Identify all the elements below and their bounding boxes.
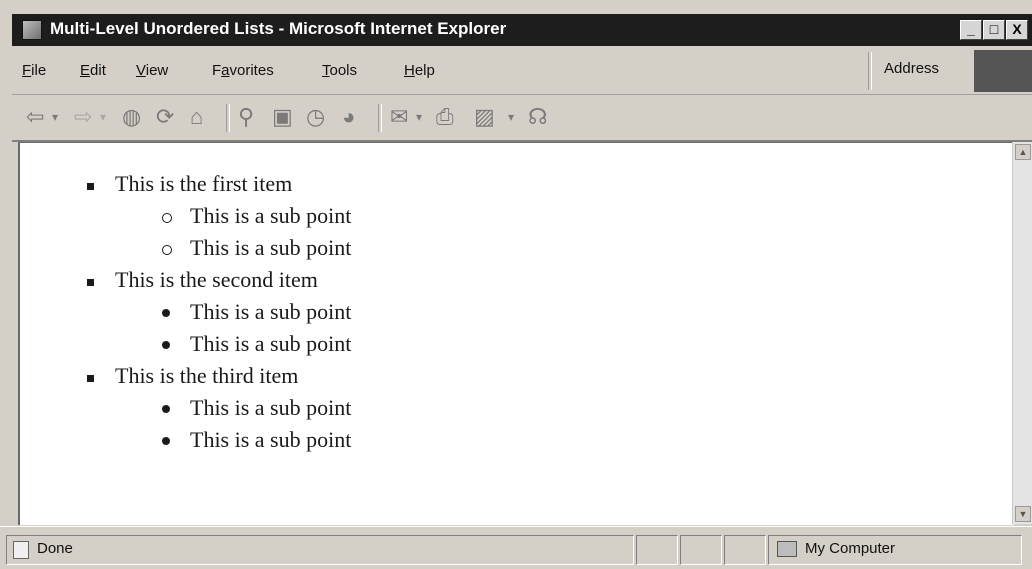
maximize-button[interactable]: □ xyxy=(983,20,1005,40)
scroll-up-icon[interactable]: ▲ xyxy=(1015,144,1031,160)
toolbar-separator xyxy=(226,104,230,132)
list-item: This is the first item xyxy=(87,171,293,197)
sub-list-item-text: This is a sub point xyxy=(190,203,352,228)
menu-edit[interactable]: Edit xyxy=(80,62,106,79)
list-item: This is the second item xyxy=(87,267,318,293)
sub-list-item: This is a sub point xyxy=(162,299,352,325)
forward-icon[interactable]: ⇨ xyxy=(74,104,92,130)
address-label: Address xyxy=(884,60,940,77)
list-item-text: This is the third item xyxy=(115,363,299,388)
sub-list-item-text: This is a sub point xyxy=(190,427,352,452)
sub-list-item: This is a sub point xyxy=(162,395,352,421)
minimize-button[interactable]: _ xyxy=(960,20,982,40)
edit-icon[interactable]: ▨ xyxy=(474,104,495,130)
status-pane xyxy=(680,535,722,565)
square-bullet-icon xyxy=(87,183,94,190)
print-icon[interactable]: ⎙ xyxy=(436,104,454,130)
sub-list-item-text: This is a sub point xyxy=(190,235,352,260)
mail-dropdown-icon[interactable]: ▾ xyxy=(416,104,422,130)
browser-window: Multi-Level Unordered Lists - Microsoft … xyxy=(0,0,1032,569)
address-field[interactable] xyxy=(974,50,1032,92)
forward-dropdown-icon[interactable]: ▾ xyxy=(100,104,106,130)
status-pane xyxy=(724,535,766,565)
status-pane xyxy=(636,535,678,565)
channels-icon[interactable]: ◕ xyxy=(342,104,355,130)
refresh-icon[interactable]: ⟳ xyxy=(156,104,174,130)
status-pane-zone: My Computer xyxy=(768,535,1022,565)
sub-list-item-text: This is a sub point xyxy=(190,395,352,420)
list-item-text: This is the second item xyxy=(115,267,318,292)
status-bar: Done My Computer xyxy=(0,526,1032,569)
title-bar[interactable]: Multi-Level Unordered Lists - Microsoft … xyxy=(12,14,1032,46)
sub-list-item-text: This is a sub point xyxy=(190,299,352,324)
square-bullet-icon xyxy=(87,279,94,286)
back-dropdown-icon[interactable]: ▾ xyxy=(52,104,58,130)
window-title: Multi-Level Unordered Lists - Microsoft … xyxy=(50,19,507,38)
disc-bullet-icon xyxy=(162,437,170,445)
status-text: Done xyxy=(37,540,73,557)
sub-list-item: This is a sub point xyxy=(162,203,352,229)
close-button[interactable]: X xyxy=(1006,20,1028,40)
my-computer-icon xyxy=(777,541,797,557)
page-done-icon xyxy=(13,541,29,559)
ie-page-icon xyxy=(22,20,42,40)
vertical-scrollbar[interactable]: ▲ ▼ xyxy=(1012,142,1032,524)
favorites-icon[interactable]: ▣ xyxy=(272,104,293,130)
search-icon[interactable]: ⚲ xyxy=(238,104,254,130)
list-item-text: This is the first item xyxy=(115,171,293,196)
disc-bullet-icon xyxy=(162,309,170,317)
stop-icon[interactable]: ◍ xyxy=(122,104,141,130)
menu-separator xyxy=(868,52,872,90)
menu-favorites[interactable]: Favorites xyxy=(212,62,274,79)
circle-bullet-icon xyxy=(162,245,172,255)
sub-list-item: This is a sub point xyxy=(162,427,352,453)
edit-dropdown-icon[interactable]: ▾ xyxy=(508,104,514,130)
disc-bullet-icon xyxy=(162,405,170,413)
page-content: This is the first item This is a sub poi… xyxy=(18,142,1014,525)
menu-help[interactable]: Help xyxy=(404,62,435,79)
scroll-down-icon[interactable]: ▼ xyxy=(1015,506,1031,522)
status-pane-main: Done xyxy=(6,535,634,565)
sub-list-item: This is a sub point xyxy=(162,235,352,261)
disc-bullet-icon xyxy=(162,341,170,349)
list-item: This is the third item xyxy=(87,363,299,389)
discuss-icon[interactable]: ☊ xyxy=(528,104,548,130)
menu-file[interactable]: File xyxy=(22,62,46,79)
toolbar: ⇦ ▾ ⇨ ▾ ◍ ⟳ ⌂ ⚲ ▣ ◷ ◕ ✉ ▾ ⎙ ▨ ▾ ☊ xyxy=(12,96,1032,142)
history-icon[interactable]: ◷ xyxy=(306,104,325,130)
square-bullet-icon xyxy=(87,375,94,382)
zone-text: My Computer xyxy=(805,540,896,557)
sub-list-item-text: This is a sub point xyxy=(190,331,352,356)
menu-tools[interactable]: Tools xyxy=(322,62,357,79)
back-icon[interactable]: ⇦ xyxy=(26,104,44,130)
sub-list-item: This is a sub point xyxy=(162,331,352,357)
circle-bullet-icon xyxy=(162,213,172,223)
mail-icon[interactable]: ✉ xyxy=(390,104,408,130)
menu-view[interactable]: View xyxy=(136,62,168,79)
menu-bar: File Edit View Favorites Tools Help Addr… xyxy=(12,48,1032,95)
toolbar-separator xyxy=(378,104,382,132)
home-icon[interactable]: ⌂ xyxy=(190,104,203,130)
